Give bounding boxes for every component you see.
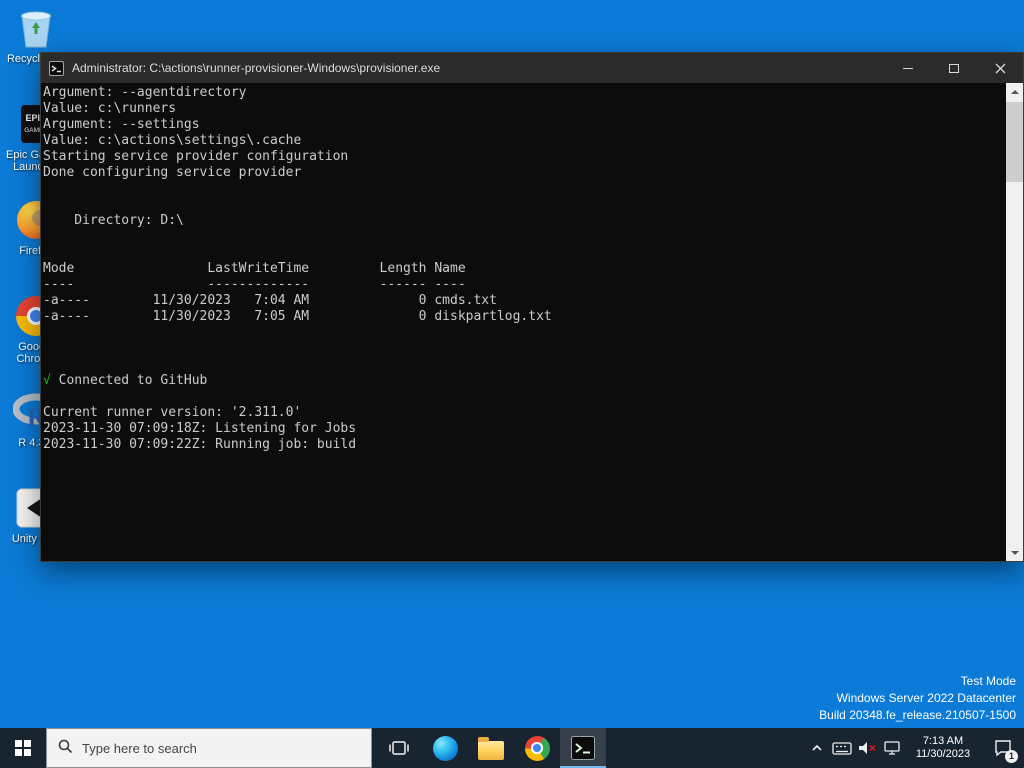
volume-muted[interactable] [854, 728, 879, 768]
search-placeholder: Type here to search [82, 740, 197, 756]
watermark-line: Build 20348.fe_release.210507-1500 [819, 708, 1016, 722]
console-titlebar[interactable]: Administrator: C:\actions\runner-provisi… [41, 53, 1023, 83]
minimize-button[interactable] [885, 53, 931, 83]
taskbar-edge-button[interactable] [422, 728, 468, 768]
minimize-icon [903, 67, 913, 69]
console-line: ---- ------------- ------ ---- [43, 277, 466, 292]
console-scrollbar[interactable] [1006, 83, 1023, 561]
scroll-down-icon[interactable] [1006, 544, 1023, 561]
console-app-icon [49, 60, 65, 76]
network[interactable] [879, 728, 904, 768]
tray-icons [804, 728, 904, 768]
window-controls [885, 53, 1023, 83]
console-body: Argument: --agentdirectory Value: c:\runn… [41, 83, 1023, 561]
console-line: Argument: --settings [43, 117, 200, 132]
maximize-icon [949, 63, 959, 73]
taskbar-file-explorer-button[interactable] [468, 728, 514, 768]
taskbar-app-icons [376, 728, 606, 768]
scroll-up-icon[interactable] [1006, 83, 1023, 100]
taskbar-chrome-button[interactable] [514, 728, 560, 768]
console-line: 2023-11-30 07:09:18Z: Listening for Jobs [43, 421, 357, 436]
console-line: Current runner version: '2.311.0' [43, 405, 302, 420]
action-center-button[interactable]: 1 [982, 728, 1024, 768]
console-window: Administrator: C:\actions\runner-provisi… [40, 52, 1024, 562]
taskbar-task-view-button[interactable] [376, 728, 422, 768]
system-tray: 7:13 AM 11/30/2023 1 [804, 728, 1024, 768]
console-line: -a---- 11/30/2023 7:04 AM 0 cmds.txt [43, 293, 497, 308]
watermark: Test Mode Windows Server 2022 Datacenter B… [819, 673, 1016, 724]
console-line: -a---- 11/30/2023 7:05 AM 0 diskpartlog.… [43, 309, 552, 324]
close-icon [995, 63, 1005, 73]
console-output[interactable]: Argument: --agentdirectory Value: c:\runn… [43, 85, 1006, 561]
console-line: Starting service provider configuration [43, 149, 349, 164]
notification-badge: 1 [1005, 750, 1018, 763]
console-title: Administrator: C:\actions\runner-provisi… [72, 61, 441, 75]
windows-logo-icon [15, 740, 31, 756]
console-line: Mode LastWriteTime Length Name [43, 261, 466, 276]
console-line: 2023-11-30 07:09:22Z: Running job: build [43, 437, 357, 452]
search-icon [57, 738, 73, 759]
start-button[interactable] [0, 728, 46, 768]
watermark-line: Test Mode [960, 674, 1016, 688]
console-line: Value: c:\runners [43, 101, 177, 116]
touch-keyboard[interactable] [829, 728, 854, 768]
console-line: Done configuring service provider [43, 165, 302, 180]
scrollbar-thumb[interactable] [1006, 102, 1023, 182]
taskbar: Type here to search 7:13 AM 11/30/2023 1 [0, 728, 1024, 768]
clock-date: 11/30/2023 [915, 748, 971, 760]
console-line: √ Connected to GitHub [43, 373, 208, 388]
taskbar-search[interactable]: Type here to search [46, 728, 372, 768]
hidden-icons-chevron[interactable] [804, 728, 829, 768]
clock-time: 7:13 AM [922, 735, 964, 747]
taskbar-clock[interactable]: 7:13 AM 11/30/2023 [904, 735, 982, 761]
recycle-bin-icon [17, 6, 55, 50]
console-line: Argument: --agentdirectory [43, 85, 247, 100]
taskbar-console-button[interactable] [560, 728, 606, 768]
close-button[interactable] [977, 53, 1023, 83]
console-line: Value: c:\actions\settings\.cache [43, 133, 302, 148]
console-line: Directory: D:\ [43, 213, 184, 228]
watermark-line: Windows Server 2022 Datacenter [836, 691, 1016, 705]
maximize-button[interactable] [931, 53, 977, 83]
check-icon: √ [43, 373, 51, 388]
